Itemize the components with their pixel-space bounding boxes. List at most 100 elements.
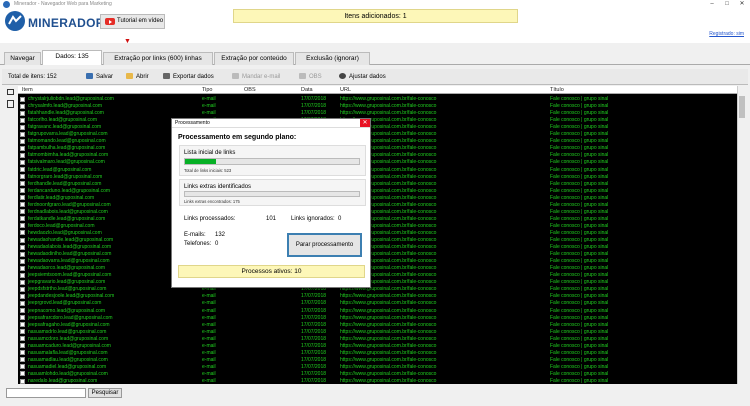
row-checkbox[interactable] bbox=[20, 251, 25, 257]
row-checkbox[interactable] bbox=[20, 117, 25, 123]
row-checkbox[interactable] bbox=[20, 202, 25, 208]
row-checkbox[interactable] bbox=[20, 293, 25, 299]
processing-dialog: Processamento ✕ Processamento em segundo… bbox=[171, 118, 371, 288]
open-button[interactable]: Abrir bbox=[126, 73, 149, 81]
scrollbar-thumb[interactable] bbox=[739, 96, 745, 118]
processed-label: Links processados: bbox=[184, 216, 236, 222]
row-checkbox[interactable] bbox=[20, 265, 25, 271]
document-icon[interactable] bbox=[7, 100, 14, 108]
row-checkbox[interactable] bbox=[20, 96, 25, 102]
logo-text: MINERADOR bbox=[28, 16, 105, 30]
row-checkbox[interactable] bbox=[20, 124, 25, 130]
row-checkbox[interactable] bbox=[20, 167, 25, 172]
tutorial-label: Tutorial em vídeo bbox=[117, 18, 164, 24]
col-titulo[interactable]: Título bbox=[550, 87, 564, 93]
email-label: Mandar e-mail bbox=[242, 74, 281, 80]
tab-extracao-conteudo[interactable]: Extração por conteúdo bbox=[214, 52, 294, 65]
row-checkbox[interactable] bbox=[20, 188, 25, 194]
row-checkbox[interactable] bbox=[20, 138, 25, 144]
row-checkbox[interactable] bbox=[20, 371, 25, 377]
row-checkbox[interactable] bbox=[20, 315, 25, 321]
minimize-button[interactable]: – bbox=[705, 0, 719, 9]
row-checkbox[interactable] bbox=[20, 131, 25, 137]
processed-value: 101 bbox=[266, 216, 277, 222]
close-window-button[interactable]: ✕ bbox=[735, 0, 749, 9]
tutorial-video-button[interactable]: Tutorial em vídeo bbox=[100, 14, 165, 29]
adjust-icon bbox=[339, 73, 346, 79]
row-checkbox[interactable] bbox=[20, 237, 25, 243]
row-checkbox[interactable] bbox=[20, 322, 25, 328]
emails-value: 132 bbox=[215, 232, 226, 238]
search-button[interactable]: Pesquisar bbox=[88, 388, 122, 398]
col-obs[interactable]: OBS bbox=[244, 87, 256, 93]
col-item[interactable]: Item bbox=[22, 87, 33, 93]
send-email-button[interactable]: Mandar e-mail bbox=[232, 73, 280, 81]
check-all-icon[interactable] bbox=[7, 89, 14, 95]
tab-dados[interactable]: Dados: 135 bbox=[42, 50, 102, 65]
row-checkbox[interactable] bbox=[20, 364, 25, 370]
col-data[interactable]: Data bbox=[301, 87, 313, 93]
table-row[interactable]: naredalo.lead@gruposinal.com e-mail 17/07/… bbox=[18, 377, 737, 384]
ignored-value: 0 bbox=[338, 216, 342, 222]
row-checkbox[interactable] bbox=[20, 110, 25, 116]
grid-scrollbar[interactable] bbox=[737, 86, 747, 384]
row-checkbox[interactable] bbox=[20, 216, 25, 222]
obs-label: OBS bbox=[309, 74, 322, 80]
extra-links-progress bbox=[184, 191, 360, 197]
row-checkbox[interactable] bbox=[20, 209, 25, 215]
youtube-icon bbox=[105, 18, 115, 25]
row-checkbox[interactable] bbox=[20, 357, 25, 363]
tab-extracao-links[interactable]: Extração por links (600) linhas bbox=[103, 52, 213, 65]
emails-label: E-mails: bbox=[184, 232, 206, 238]
maximize-button[interactable]: □ bbox=[720, 0, 734, 9]
col-url[interactable]: URL bbox=[340, 87, 351, 93]
row-checkbox[interactable] bbox=[20, 223, 25, 229]
tab-exclusao[interactable]: Exclusão (ignorar) bbox=[295, 52, 370, 65]
registered-link[interactable]: Registrado: sim bbox=[709, 31, 744, 37]
dialog-close-icon[interactable]: ✕ bbox=[360, 119, 370, 127]
dialog-title: Processamento bbox=[172, 119, 370, 128]
row-checkbox[interactable] bbox=[20, 103, 25, 109]
initial-links-progress-fill bbox=[185, 159, 217, 164]
row-checkbox[interactable] bbox=[20, 336, 25, 342]
save-button[interactable]: Salvar bbox=[86, 73, 113, 81]
row-checkbox[interactable] bbox=[20, 152, 25, 158]
export-button[interactable]: Exportar dados bbox=[163, 73, 214, 81]
save-icon bbox=[86, 73, 93, 79]
row-checkbox[interactable] bbox=[20, 329, 25, 335]
initial-links-progress bbox=[184, 158, 360, 165]
total-items-label: Total de itens: 152 bbox=[8, 74, 57, 80]
folder-icon bbox=[126, 73, 133, 79]
row-checkbox[interactable] bbox=[20, 272, 25, 278]
row-checkbox[interactable] bbox=[20, 159, 25, 165]
row-checkbox[interactable] bbox=[20, 195, 25, 201]
email-icon bbox=[232, 73, 239, 79]
search-input[interactable] bbox=[6, 388, 86, 398]
row-checkbox[interactable] bbox=[20, 244, 25, 250]
row-checkbox[interactable] bbox=[20, 350, 25, 356]
row-checkbox[interactable] bbox=[20, 145, 25, 151]
adjust-data-button[interactable]: Ajustar dados bbox=[339, 73, 386, 81]
row-checkbox[interactable] bbox=[20, 300, 25, 306]
row-checkbox[interactable] bbox=[20, 378, 25, 384]
logo-icon bbox=[5, 11, 25, 31]
data-toolbar: Total de itens: 152 Salvar Abrir Exporta… bbox=[2, 69, 748, 85]
row-checkbox[interactable] bbox=[20, 343, 25, 349]
row-checkbox[interactable] bbox=[20, 181, 25, 187]
export-icon bbox=[163, 73, 170, 79]
row-checkbox[interactable] bbox=[20, 230, 25, 236]
extra-links-count: Links extras encontrados: 175 bbox=[184, 199, 240, 204]
app-icon bbox=[3, 1, 10, 8]
row-checkbox[interactable] bbox=[20, 286, 25, 292]
obs-button[interactable]: OBS bbox=[299, 73, 322, 81]
phones-label: Telefones: bbox=[184, 241, 212, 247]
initial-links-panel: Lista inicial de links Total de links in… bbox=[179, 145, 366, 176]
col-tipo[interactable]: Tipo bbox=[202, 87, 213, 93]
row-checkbox[interactable] bbox=[20, 258, 25, 264]
row-checkbox[interactable] bbox=[20, 279, 25, 285]
extra-links-panel: Links extras identificados Links extras … bbox=[179, 179, 366, 206]
stop-processing-button[interactable]: Parar processamento bbox=[287, 233, 362, 257]
row-checkbox[interactable] bbox=[20, 308, 25, 313]
tab-navegar[interactable]: Navegar bbox=[4, 52, 41, 65]
row-checkbox[interactable] bbox=[20, 174, 25, 180]
